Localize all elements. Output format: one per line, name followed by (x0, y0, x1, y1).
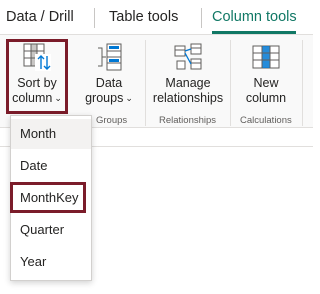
sort-by-column-button[interactable]: Sort by column ⌄ (9, 42, 65, 114)
manage-relationships-button[interactable]: Manage relationships (150, 42, 226, 112)
dropdown-option-date[interactable]: Date (11, 151, 91, 181)
sort-by-column-label-line1: Sort by (17, 76, 57, 90)
sort-by-column-icon (23, 43, 51, 71)
active-tab-indicator (212, 31, 296, 34)
data-groups-button[interactable]: Data groups ⌄ (80, 42, 138, 112)
new-column-icon (252, 45, 280, 69)
dropdown-option-monthkey[interactable]: MonthKey (11, 183, 91, 213)
group-divider (145, 40, 146, 126)
manage-relationships-icon (174, 43, 202, 70)
dropdown-option-quarter[interactable]: Quarter (11, 215, 91, 245)
chevron-down-icon: ⌄ (54, 93, 62, 103)
dropdown-option-year[interactable]: Year (11, 247, 91, 277)
group-label-calculations: Calculations (240, 115, 292, 126)
new-column-button[interactable]: New column (236, 42, 296, 112)
new-column-label-line2: column (245, 91, 287, 105)
group-divider (230, 40, 231, 126)
sort-by-column-dropdown: Month Date MonthKey Quarter Year (10, 115, 92, 281)
data-groups-label-line2: groups ⌄ (85, 91, 133, 105)
data-groups-icon (98, 43, 122, 71)
tab-table-tools[interactable]: Table tools (109, 9, 178, 25)
manage-relationships-label-line2: relationships (152, 91, 224, 105)
data-groups-label-line1: Data (95, 76, 123, 90)
tab-divider (201, 8, 202, 28)
new-column-label-line1: New (253, 76, 279, 90)
dropdown-option-month[interactable]: Month (11, 119, 91, 149)
sort-by-column-label-line2: column ⌄ (12, 91, 62, 105)
manage-relationships-label-line1: Manage (165, 76, 211, 90)
ribbon-tab-bar: Data / Drill Table tools Column tools (0, 0, 313, 35)
chevron-down-icon: ⌄ (125, 93, 133, 103)
group-label-relationships: Relationships (159, 115, 217, 126)
group-label-groups: Groups (96, 115, 128, 126)
tab-divider (94, 8, 95, 28)
tab-column-tools[interactable]: Column tools (212, 9, 297, 25)
tab-data-drill[interactable]: Data / Drill (6, 9, 74, 25)
group-divider (302, 40, 303, 126)
